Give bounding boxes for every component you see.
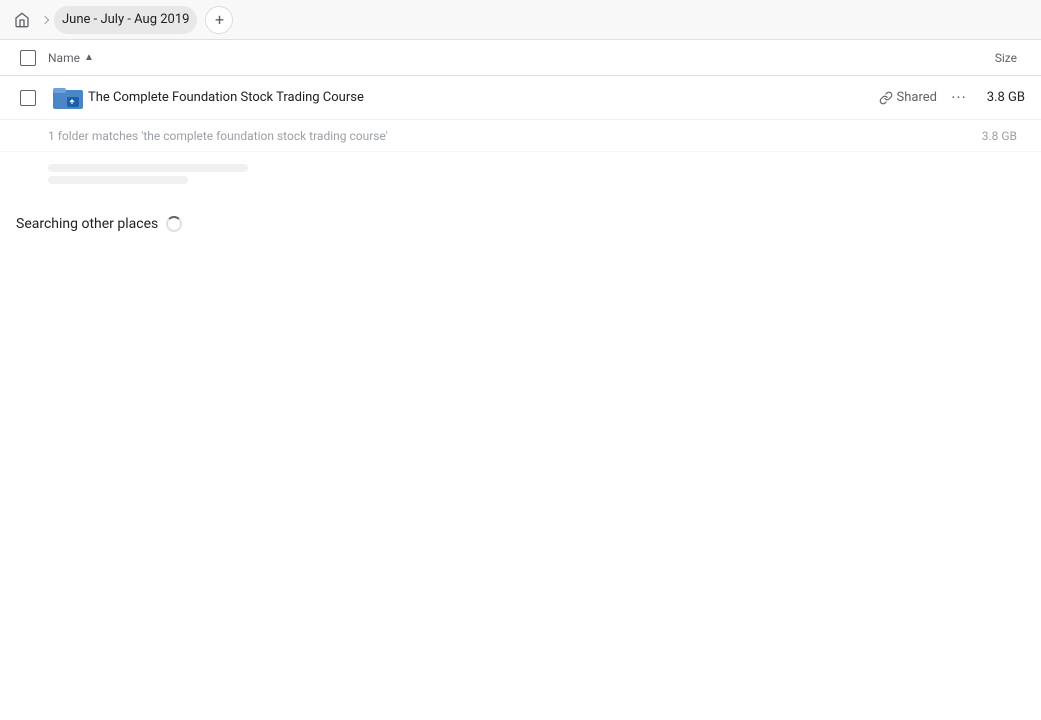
skeleton-line-1: [48, 164, 248, 172]
sub-info-size: 3.8 GB: [982, 129, 1025, 143]
column-headers: Name ▲ Size: [0, 40, 1041, 76]
file-icon-wrap: [48, 85, 88, 111]
breadcrumb-label: June - July - Aug 2019: [62, 12, 189, 27]
home-button[interactable]: [8, 6, 36, 34]
size-column-header[interactable]: Size: [995, 51, 1033, 65]
breadcrumb-separator: [41, 15, 49, 23]
top-bar: June - July - Aug 2019 +: [0, 0, 1041, 40]
more-options-button[interactable]: ···: [945, 84, 973, 112]
sub-info-row: 1 folder matches 'the complete foundatio…: [0, 120, 1041, 152]
shared-label: Shared: [897, 90, 937, 105]
link-icon: [879, 91, 893, 105]
more-icon: ···: [951, 88, 967, 107]
name-column-header[interactable]: Name ▲: [48, 51, 995, 65]
add-button[interactable]: +: [205, 6, 233, 34]
breadcrumb[interactable]: June - July - Aug 2019: [54, 6, 197, 34]
name-header-label: Name: [48, 51, 80, 65]
sub-info-text: 1 folder matches 'the complete foundatio…: [48, 129, 982, 143]
size-header-label: Size: [995, 51, 1017, 65]
loading-spinner: [166, 216, 182, 232]
file-row[interactable]: The Complete Foundation Stock Trading Co…: [0, 76, 1041, 120]
file-name: The Complete Foundation Stock Trading Co…: [88, 90, 879, 105]
searching-section: Searching other places: [0, 196, 1041, 252]
select-all-checkbox[interactable]: [20, 50, 36, 66]
skeleton-loading: [0, 152, 1041, 196]
row-checkbox[interactable]: [20, 90, 36, 106]
add-icon: +: [215, 10, 224, 29]
file-size: 3.8 GB: [973, 90, 1033, 105]
searching-label: Searching other places: [16, 216, 158, 232]
sort-arrow-icon: ▲: [84, 52, 94, 63]
row-checkbox-area[interactable]: [8, 90, 48, 106]
skeleton-line-2: [48, 176, 188, 184]
file-actions: Shared ···: [879, 84, 973, 112]
folder-icon: [53, 85, 83, 111]
select-all-checkbox-area[interactable]: [8, 50, 48, 66]
shared-badge: Shared: [879, 90, 937, 105]
